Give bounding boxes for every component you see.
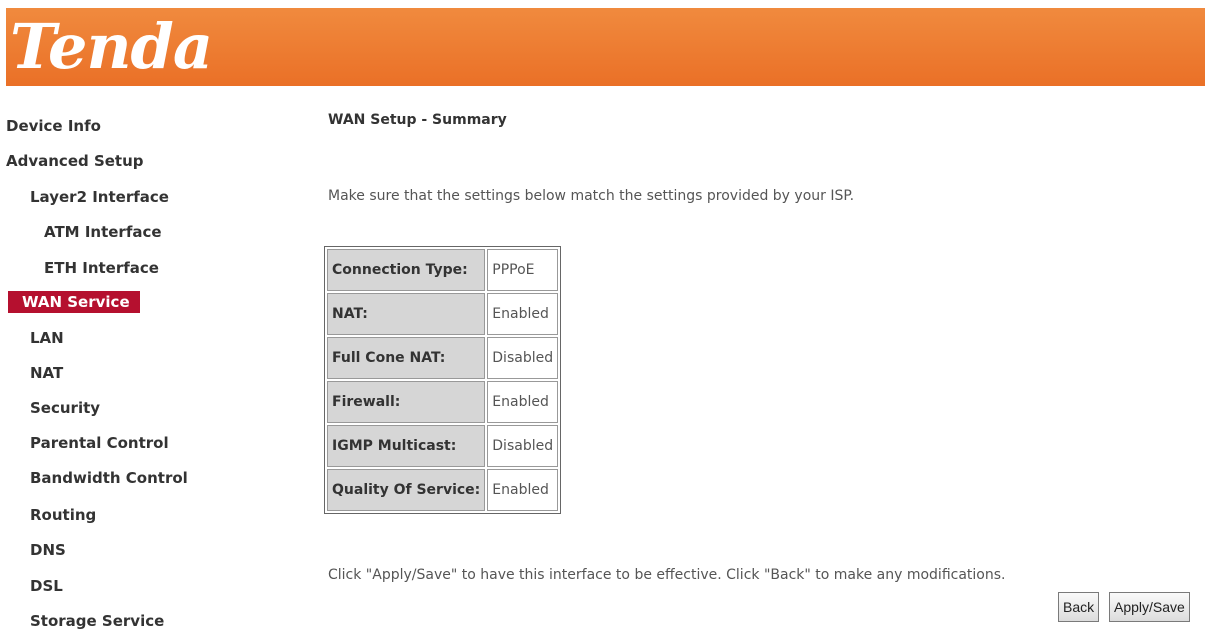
nav-wan-service[interactable]: WAN Service	[8, 291, 140, 313]
qos-value: Enabled	[487, 469, 559, 511]
nav-parental-control[interactable]: Parental Control	[30, 431, 169, 455]
summary-table: Connection Type: PPPoE NAT: Enabled Full…	[324, 246, 562, 514]
firewall-value: Enabled	[487, 381, 559, 423]
nav-bandwidth-control[interactable]: Bandwidth Control	[30, 466, 188, 490]
connection-type-label: Connection Type:	[327, 249, 486, 291]
tenda-logo: Tenda	[10, 10, 213, 83]
nav-security[interactable]: Security	[30, 396, 100, 420]
qos-label: Quality Of Service:	[327, 469, 486, 511]
firewall-label: Firewall:	[327, 381, 486, 423]
full-cone-nat-label: Full Cone NAT:	[327, 337, 486, 379]
igmp-multicast-value: Disabled	[487, 425, 559, 467]
table-row: Firewall: Enabled	[327, 381, 559, 423]
nav-device-info[interactable]: Device Info	[6, 114, 101, 138]
nav-eth-interface[interactable]: ETH Interface	[44, 256, 159, 280]
nav-layer2-interface[interactable]: Layer2 Interface	[30, 185, 169, 209]
nav-lan[interactable]: LAN	[30, 326, 64, 350]
back-button[interactable]: Back	[1058, 592, 1100, 622]
nav-nat[interactable]: NAT	[30, 361, 63, 385]
table-row: Full Cone NAT: Disabled	[327, 337, 559, 379]
apply-save-button[interactable]: Apply/Save	[1109, 592, 1190, 622]
table-row: Connection Type: PPPoE	[327, 249, 559, 291]
nav-routing[interactable]: Routing	[30, 503, 96, 527]
table-row: NAT: Enabled	[327, 293, 559, 335]
table-row: Quality Of Service: Enabled	[327, 469, 559, 511]
nav-dsl[interactable]: DSL	[30, 574, 63, 598]
nav-atm-interface[interactable]: ATM Interface	[44, 220, 162, 244]
full-cone-nat-value: Disabled	[487, 337, 559, 379]
main-content: WAN Setup - Summary Make sure that the s…	[324, 0, 1205, 630]
nat-value: Enabled	[487, 293, 559, 335]
page-title: WAN Setup - Summary	[328, 112, 507, 128]
nat-label: NAT:	[327, 293, 486, 335]
nav-storage-service[interactable]: Storage Service	[30, 609, 164, 633]
intro-text: Make sure that the settings below match …	[328, 188, 855, 204]
igmp-multicast-label: IGMP Multicast:	[327, 425, 486, 467]
apply-note: Click "Apply/Save" to have this interfac…	[328, 567, 1006, 583]
nav-dns[interactable]: DNS	[30, 538, 66, 562]
table-row: IGMP Multicast: Disabled	[327, 425, 559, 467]
connection-type-value: PPPoE	[487, 249, 559, 291]
nav-advanced-setup[interactable]: Advanced Setup	[6, 149, 144, 173]
